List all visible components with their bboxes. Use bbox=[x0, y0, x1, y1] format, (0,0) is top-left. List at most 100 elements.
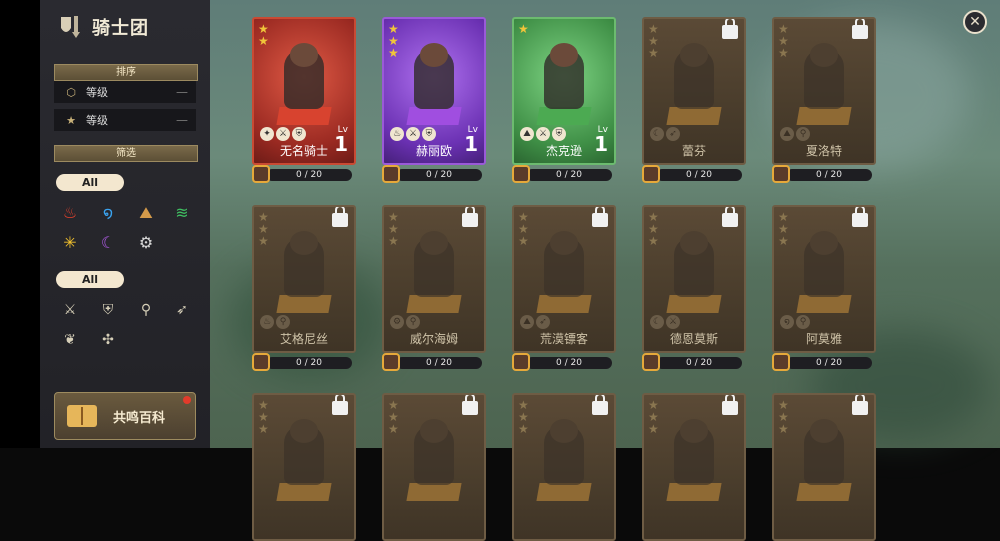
shield-icon[interactable]: ⛨ bbox=[98, 300, 118, 320]
hero-head bbox=[810, 231, 838, 255]
sort-header: 排序 bbox=[54, 64, 198, 81]
encyclopedia-button[interactable]: 共鸣百科 bbox=[54, 392, 196, 440]
attribute-icon: ⛰ bbox=[780, 127, 794, 141]
attribute-icon: ☾ bbox=[650, 315, 664, 329]
sort-by-star-row[interactable]: ★ 等级 — bbox=[54, 109, 196, 131]
hero-head bbox=[680, 231, 708, 255]
lock-icon bbox=[332, 207, 348, 227]
attribute-icon: ⛨ bbox=[422, 127, 436, 141]
sort-toggle[interactable]: — bbox=[176, 85, 188, 99]
earth-icon[interactable]: ⛰ bbox=[136, 203, 156, 223]
shield-level-icon: ⬡ bbox=[66, 85, 76, 99]
hero-pedestal bbox=[536, 107, 592, 125]
progress-text: 0 / 20 bbox=[526, 357, 612, 369]
page-title: 骑士团 bbox=[92, 18, 149, 39]
attribute-icon: ⚙ bbox=[390, 315, 404, 329]
hero-head bbox=[550, 231, 578, 255]
hero-card[interactable]: ★ ⛰ ⚔ ⛨ Lv 1 杰克逊 bbox=[512, 17, 616, 165]
bow-icon[interactable]: ➶ bbox=[172, 300, 192, 320]
hero-head bbox=[420, 419, 448, 443]
star-rating: ★ ★ ★ bbox=[648, 23, 662, 59]
star-icon: ★ bbox=[518, 234, 529, 248]
fire-icon[interactable]: ♨ bbox=[60, 203, 80, 223]
hero-card[interactable]: ★ ★ ★ ☾ ⚔ 德恩莫斯 bbox=[642, 205, 746, 353]
hero-card[interactable]: ★ ★ ★ ໑ ⚲ 阿莫雅 bbox=[772, 205, 876, 353]
dark-icon[interactable]: ☾ bbox=[98, 233, 118, 253]
hero-shard-icon bbox=[512, 353, 530, 371]
hero-card[interactable]: ★ ★ ★ ♨ ⚔ ⛨ Lv 1 赫丽欧 bbox=[382, 17, 486, 165]
star-icon: ★ bbox=[258, 234, 269, 248]
light-icon[interactable]: ✳ bbox=[60, 233, 80, 253]
hero-card[interactable]: ★ ★ ★ bbox=[252, 393, 356, 541]
shard-progress: 0 / 20 bbox=[642, 165, 742, 183]
star-icon: ★ bbox=[388, 46, 399, 60]
shard-progress: 0 / 20 bbox=[772, 165, 872, 183]
star-icon: ★ bbox=[778, 234, 789, 248]
lock-icon bbox=[462, 207, 478, 227]
hero-card[interactable]: ★ ★ ★ bbox=[512, 393, 616, 541]
shard-progress: 0 / 20 bbox=[512, 165, 612, 183]
attribute-icon: ⚲ bbox=[796, 127, 810, 141]
hero-card[interactable]: ★ ★ ★ ♨ ⚲ 艾格尼丝 bbox=[252, 205, 356, 353]
hero-pedestal bbox=[536, 483, 592, 501]
shard-progress: 0 / 20 bbox=[252, 353, 352, 371]
star-icon: ★ bbox=[388, 422, 399, 436]
hero-shard-icon bbox=[382, 353, 400, 371]
attribute-icon: ⛰ bbox=[520, 127, 534, 141]
sort-by-level-row[interactable]: ⬡ 等级 — bbox=[54, 81, 196, 103]
attribute-icon: ♨ bbox=[260, 315, 274, 329]
hero-shard-icon bbox=[252, 165, 270, 183]
star-rating: ★ ★ ★ bbox=[648, 211, 662, 247]
hero-head bbox=[420, 231, 448, 255]
shard-progress: 0 / 20 bbox=[512, 353, 612, 371]
staff-icon[interactable]: ⚲ bbox=[136, 300, 156, 320]
hero-pedestal bbox=[796, 295, 852, 313]
star-rating: ★ ★ ★ bbox=[388, 399, 402, 435]
water-icon[interactable]: ໑ bbox=[98, 203, 118, 223]
hero-card[interactable]: ★ ★ ★ ⚙ ⚲ 威尔海姆 bbox=[382, 205, 486, 353]
progress-text: 0 / 20 bbox=[266, 357, 352, 369]
sort-label: 等级 bbox=[86, 114, 108, 127]
hero-head bbox=[290, 231, 318, 255]
star-rating: ★ ★ ★ bbox=[518, 211, 532, 247]
element-filter-all[interactable]: All bbox=[56, 174, 124, 191]
hero-card[interactable]: ★ ★ ★ ⛰ ➶ 荒漠镖客 bbox=[512, 205, 616, 353]
hero-name: 阿莫雅 bbox=[805, 332, 842, 346]
lock-icon bbox=[722, 19, 738, 39]
hero-head bbox=[550, 43, 578, 67]
class-filter-all[interactable]: All bbox=[56, 271, 124, 288]
star-icon: ★ bbox=[778, 46, 789, 60]
hero-card[interactable]: ★ ★ ★ bbox=[382, 393, 486, 541]
hero-card[interactable]: ★ ★ ✦ ⚔ ⛨ Lv 1 无名骑士 bbox=[252, 17, 356, 165]
hero-card[interactable]: ★ ★ ★ bbox=[772, 393, 876, 541]
hero-head bbox=[290, 419, 318, 443]
hero-pedestal bbox=[796, 107, 852, 125]
sort-toggle[interactable]: — bbox=[176, 113, 188, 127]
hero-pedestal bbox=[276, 483, 332, 501]
star-rating: ★ ★ ★ bbox=[778, 211, 792, 247]
hero-card[interactable]: ★ ★ ★ ☾ ➶ 蕾芬 bbox=[642, 17, 746, 165]
progress-text: 0 / 20 bbox=[526, 169, 612, 181]
wind-icon[interactable]: ≋ bbox=[172, 203, 192, 223]
filter-header: 筛选 bbox=[54, 145, 198, 162]
star-icon: ★ bbox=[648, 234, 659, 248]
hero-attributes: ⛰ ⚔ ⛨ bbox=[520, 127, 566, 141]
hero-card[interactable]: ★ ★ ★ bbox=[642, 393, 746, 541]
progress-text: 0 / 20 bbox=[266, 169, 352, 181]
hero-name: 威尔海姆 bbox=[409, 332, 458, 346]
attribute-icon: ♨ bbox=[390, 127, 404, 141]
hero-pedestal bbox=[536, 295, 592, 313]
hero-shard-icon bbox=[642, 165, 660, 183]
star-icon: ★ bbox=[258, 34, 269, 48]
gear-icon[interactable]: ⚙ bbox=[136, 233, 156, 253]
hero-name: 夏洛特 bbox=[805, 144, 842, 158]
close-icon[interactable]: ✕ bbox=[963, 10, 987, 34]
feather-icon[interactable]: ❦ bbox=[60, 330, 80, 350]
sword-icon[interactable]: ⚔ bbox=[60, 300, 80, 320]
support-icon[interactable]: ✣ bbox=[98, 330, 118, 350]
attribute-icon: ⚔ bbox=[536, 127, 550, 141]
hero-name: 赫丽欧 bbox=[415, 144, 452, 158]
hero-pedestal bbox=[406, 483, 462, 501]
hero-attributes: ♨ ⚲ bbox=[260, 315, 290, 329]
hero-card[interactable]: ★ ★ ★ ⛰ ⚲ 夏洛特 bbox=[772, 17, 876, 165]
